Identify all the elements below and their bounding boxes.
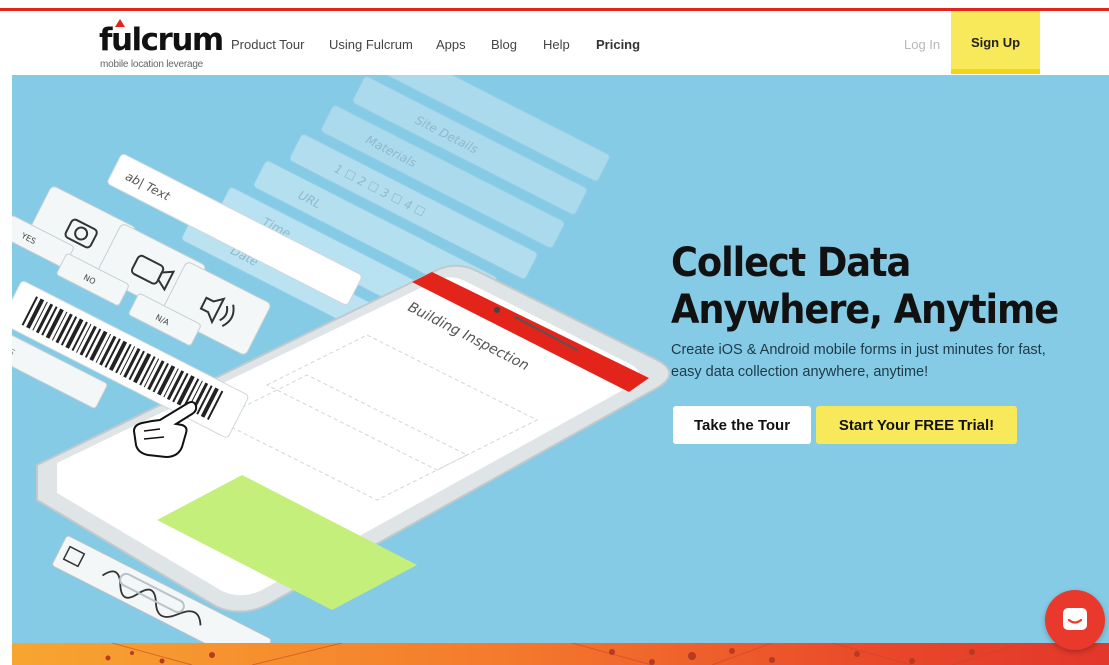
hero-headline-line-1: Collect Data bbox=[671, 240, 911, 286]
logo-wordmark: fulcrum bbox=[99, 22, 224, 58]
hero-section: Site Details Materials 1 ☐ 2 ☐ 3 ☐ 4 ☐ U… bbox=[12, 75, 1109, 643]
fulcrum-logo[interactable]: fulcrum mobile location leverage bbox=[99, 19, 224, 73]
next-section-strip bbox=[12, 643, 1109, 665]
logo-tagline: mobile location leverage bbox=[100, 59, 204, 70]
logo-arrow-icon bbox=[115, 19, 125, 27]
login-link[interactable]: Log In bbox=[904, 37, 940, 52]
nav-product-tour[interactable]: Product Tour bbox=[231, 37, 304, 52]
site-header: fulcrum mobile location leverage Product… bbox=[0, 11, 1109, 75]
nav-using-fulcrum[interactable]: Using Fulcrum bbox=[329, 37, 413, 52]
hero-illustration: Site Details Materials 1 ☐ 2 ☐ 3 ☐ 4 ☐ U… bbox=[12, 75, 671, 643]
chat-icon bbox=[1063, 608, 1087, 630]
take-tour-button[interactable]: Take the Tour bbox=[673, 406, 811, 444]
free-trial-button[interactable]: Start Your FREE Trial! bbox=[816, 406, 1017, 444]
hero-headline: Collect Data Anywhere, Anytime bbox=[671, 240, 1076, 334]
chat-launcher-button[interactable] bbox=[1045, 590, 1105, 650]
nav-pricing[interactable]: Pricing bbox=[596, 37, 640, 52]
hero-headline-line-2: Anywhere, Anytime bbox=[671, 287, 1059, 333]
network-pattern bbox=[105, 643, 1023, 665]
page: fulcrum mobile location leverage Product… bbox=[0, 0, 1109, 665]
nav-blog[interactable]: Blog bbox=[491, 37, 517, 52]
hero-subtext: Create iOS & Android mobile forms in jus… bbox=[671, 342, 1046, 380]
nav-apps[interactable]: Apps bbox=[436, 37, 466, 52]
signup-underline bbox=[951, 69, 1040, 74]
nav-help[interactable]: Help bbox=[543, 37, 570, 52]
signup-button[interactable]: Sign Up bbox=[951, 11, 1040, 74]
